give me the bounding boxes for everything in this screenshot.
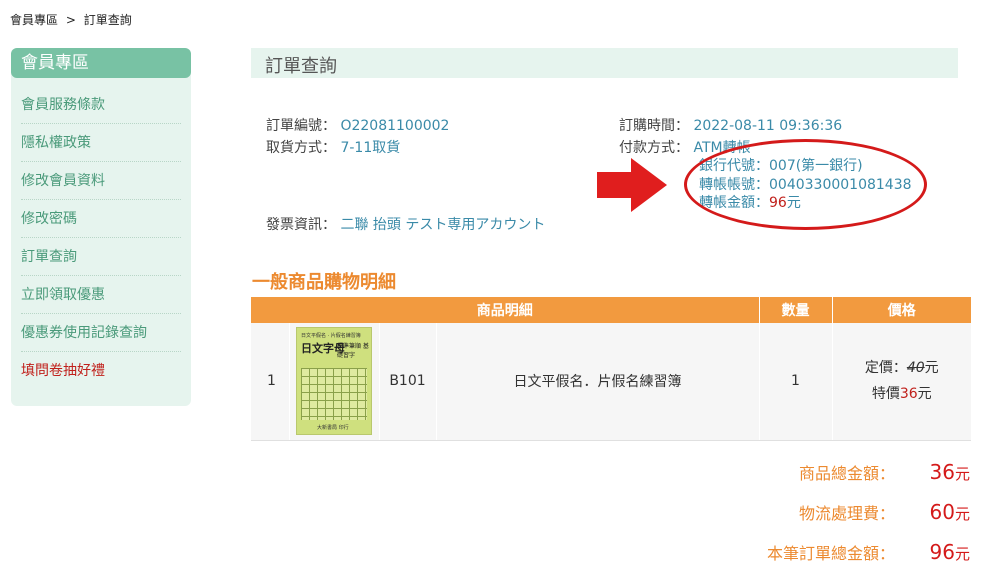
page-title: 訂單查詢 [265,56,337,77]
subtotal-unit: 元 [954,465,970,483]
order-number-row: 訂單編號： O22081100002 [266,115,449,135]
breadcrumb: 會員專區 > 訂單查詢 [10,11,136,28]
breadcrumb-current: 訂單查詢 [83,13,132,27]
subtotal-label: 商品總金額： [798,464,895,483]
subtotal-row: 商品總金額： 36元 [799,460,970,484]
product-price-cell: 定價：40元 特價36元 [832,323,972,441]
payment-label: 付款方式： [619,140,689,156]
sidebar-item-order-query[interactable]: 訂單查詢 [21,238,181,276]
product-qty: 1 [759,323,833,441]
red-arrow-icon [597,158,667,212]
table-header-row: 商品明細 數量 價格 [251,297,971,323]
header-detail: 商品明細 [251,297,760,323]
cover-top-text: 日文平假名 · 片假名練習簿 [301,333,361,340]
breadcrumb-separator: > [65,13,76,27]
shipping-row: 物流處理費： 60元 [799,500,970,524]
sale-price-unit: 元 [917,386,932,403]
sidebar-item-privacy[interactable]: 隱私權政策 [21,124,181,162]
cover-subtitle: 標準筆順 基礎習字 [337,343,369,360]
pickup-row: 取貨方式： 7-11取貨 [266,137,400,157]
order-time-value: 2022-08-11 09:36:36 [693,118,843,134]
list-price-unit: 元 [924,360,939,377]
total-row: 本筆訂單總金額： 96元 [767,540,970,564]
invoice-row: 發票資訊： 二聯 抬頭 テスト専用アカウント [266,214,545,234]
shipping-unit: 元 [954,505,970,523]
sidebar-item-edit-profile[interactable]: 修改會員資料 [21,162,181,200]
sidebar-item-get-coupon[interactable]: 立即領取優惠 [21,276,181,314]
product-image[interactable]: 日文平假名 · 片假名練習簿 日文字母 標準筆順 基礎習字 大新書局 印行 [296,327,372,436]
cover-publisher: 大新書局 印行 [317,425,349,432]
pickup-label: 取貨方式： [266,140,336,156]
sidebar-title: 會員專區 [11,48,191,78]
sidebar-item-terms[interactable]: 會員服務條款 [21,86,181,124]
header-qty: 數量 [759,297,833,323]
table-row: 1 日文平假名 · 片假名練習簿 日文字母 標準筆順 基礎習字 大新書局 印行 … [251,323,972,441]
section-title: 一般商品購物明細 [252,272,396,293]
sidebar-item-change-password[interactable]: 修改密碼 [21,200,181,238]
sale-price-label: 特價 [871,386,900,403]
sidebar: 會員專區 會員服務條款 隱私權政策 修改會員資料 修改密碼 訂單查詢 立即領取優… [11,48,191,406]
shipping-label: 物流處理費： [798,504,895,523]
sale-price-line: 特價36元 [833,381,972,407]
total-unit: 元 [954,545,970,563]
order-time-row: 訂購時間： 2022-08-11 09:36:36 [619,115,842,135]
breadcrumb-home[interactable]: 會員專區 [10,13,58,27]
row-index: 1 [251,323,290,441]
sidebar-menu: 會員服務條款 隱私權政策 修改會員資料 修改密碼 訂單查詢 立即領取優惠 優惠券… [11,78,191,390]
order-number-value: O22081100002 [340,118,450,134]
invoice-label: 發票資訊： [266,217,336,233]
cover-grid [301,368,367,421]
highlight-ellipse [684,139,927,230]
total-value: 96 [929,540,955,564]
list-price-line: 定價：40元 [833,355,972,381]
shipping-value: 60 [929,500,955,524]
list-price-label: 定價： [864,360,907,377]
header-price: 價格 [832,297,971,323]
order-time-label: 訂購時間： [619,118,689,134]
total-label: 本筆訂單總金額： [766,544,895,563]
product-code: B101 [379,323,437,441]
product-image-cell: 日文平假名 · 片假名練習簿 日文字母 標準筆順 基礎習字 大新書局 印行 [289,323,380,441]
product-name[interactable]: 日文平假名．片假名練習簿 [436,323,760,441]
page-header: 訂單查詢 [251,48,958,78]
order-number-label: 訂單編號： [266,118,336,134]
list-price-value: 40 [906,360,925,377]
sale-price-value: 36 [899,386,918,403]
invoice-value: 二聯 抬頭 テスト専用アカウント [340,217,546,233]
items-table: 商品明細 數量 價格 1 日文平假名 · 片假名練習簿 日文字母 標準筆順 基礎… [251,297,971,441]
pickup-value: 7-11取貨 [340,140,401,156]
sidebar-item-survey[interactable]: 填問卷抽好禮 [21,352,181,390]
sidebar-item-coupon-history[interactable]: 優惠券使用記錄查詢 [21,314,181,352]
subtotal-value: 36 [929,460,955,484]
